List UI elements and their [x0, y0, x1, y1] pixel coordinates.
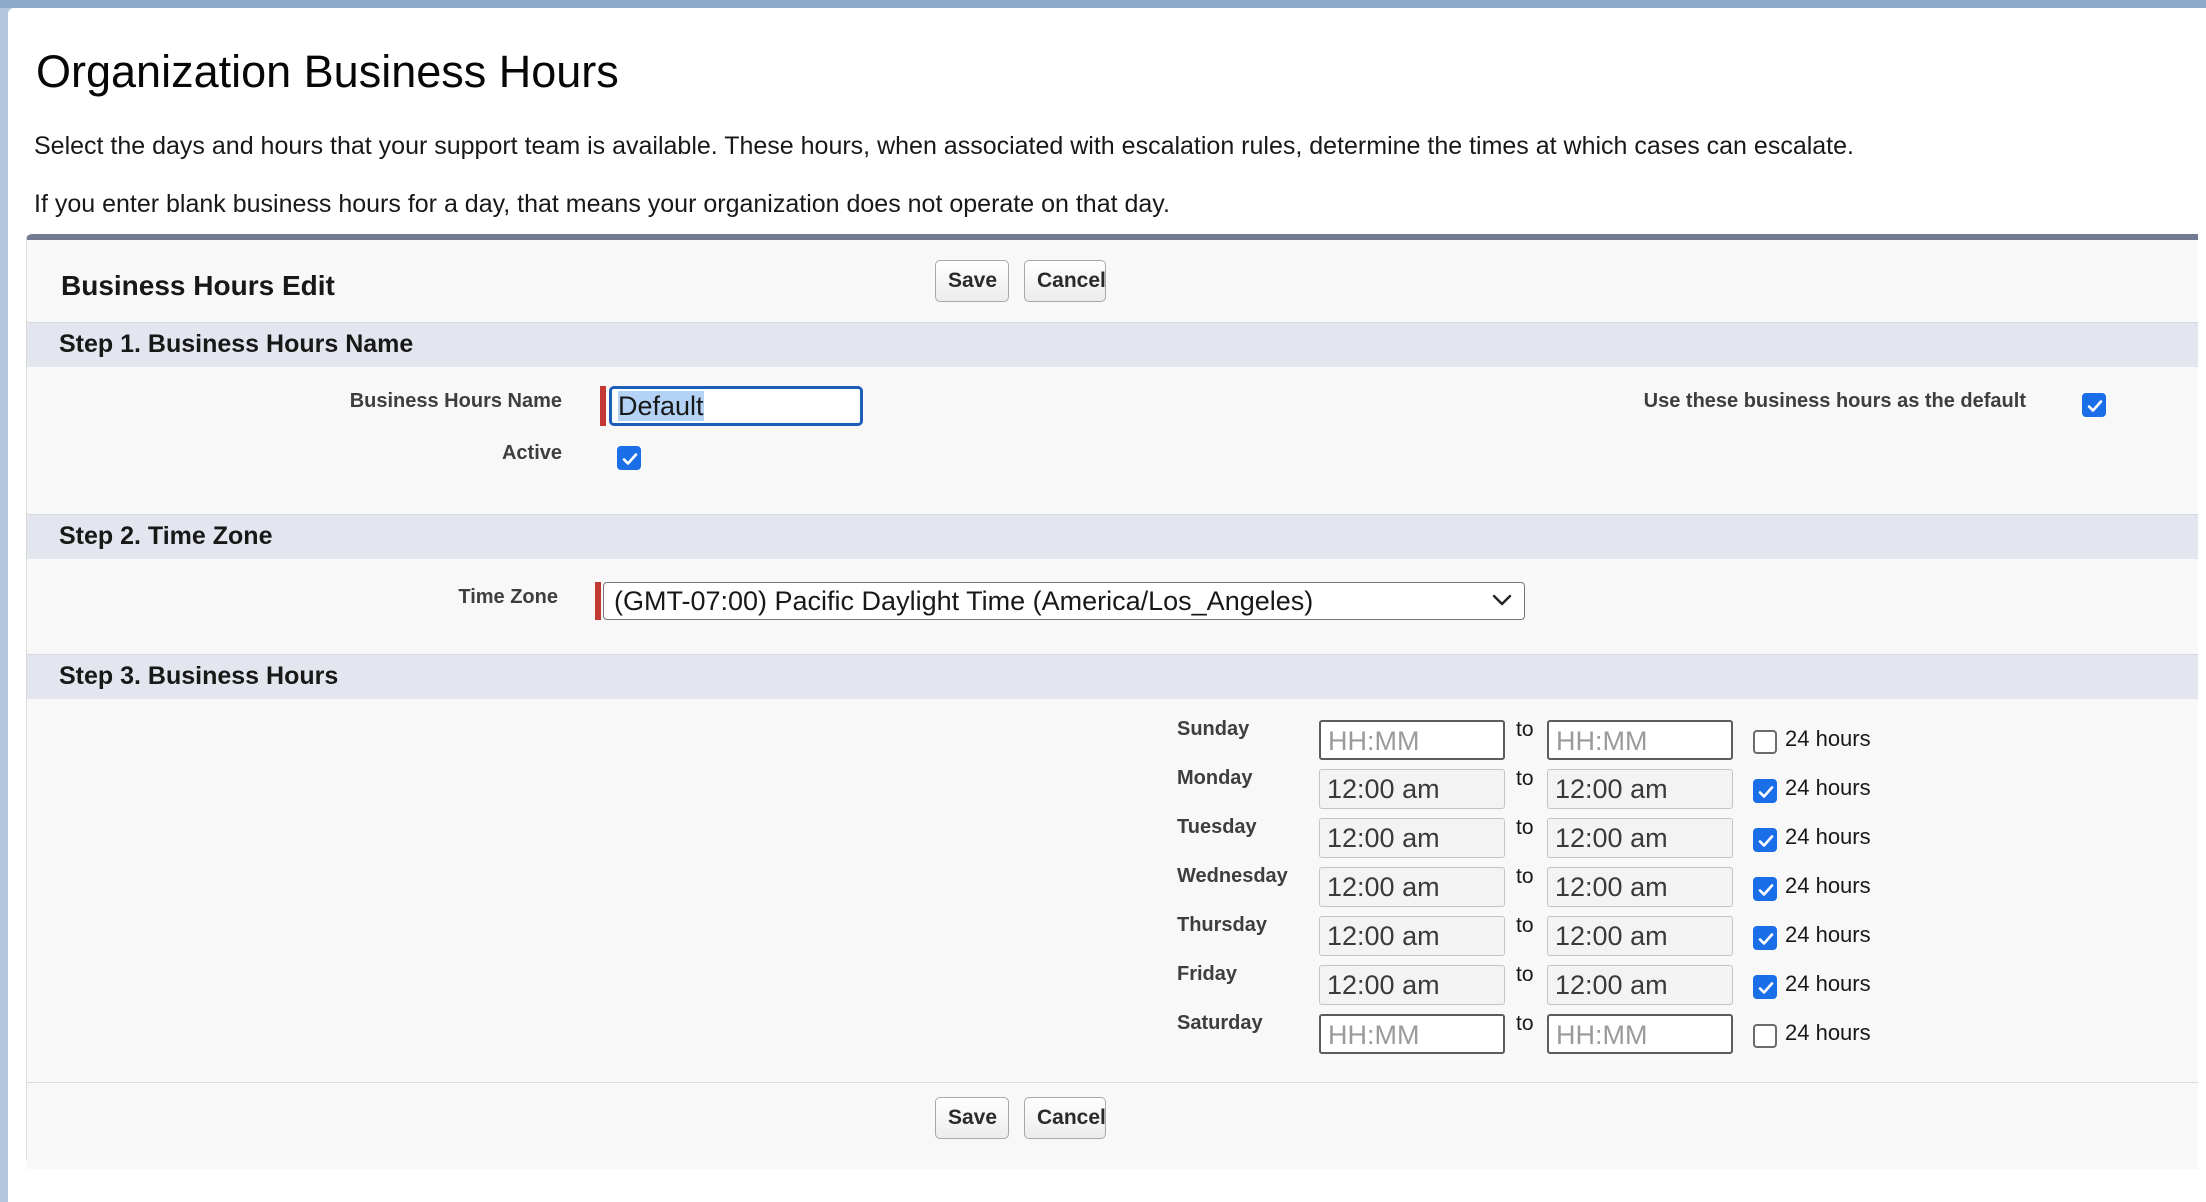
all-day-checkbox[interactable]	[1753, 1024, 1777, 1048]
step3-section-header: Step 3. Business Hours	[27, 654, 2198, 699]
start-time-input[interactable]: 12:00 am	[1319, 916, 1505, 956]
day-label: Wednesday	[1177, 865, 1288, 887]
all-day-checkbox[interactable]	[1753, 828, 1777, 852]
day-row-sunday: Sunday HH:MM to HH:MM 24 hours	[27, 718, 2198, 762]
all-day-checkbox[interactable]	[1753, 877, 1777, 901]
to-label: to	[1516, 865, 1534, 888]
start-time-input[interactable]: 12:00 am	[1319, 965, 1505, 1005]
save-button[interactable]: Save	[935, 260, 1009, 302]
checkmark-icon	[1758, 884, 1774, 896]
end-time-input[interactable]: HH:MM	[1547, 1014, 1733, 1054]
all-day-label: 24 hours	[1785, 1020, 1871, 1045]
cancel-button[interactable]: Cancel	[1024, 1097, 1106, 1139]
active-checkbox[interactable]	[617, 446, 641, 470]
chevron-down-icon	[1492, 594, 1512, 606]
step2-section-header: Step 2. Time Zone	[27, 514, 2198, 559]
day-row-wednesday: Wednesday 12:00 am to 12:00 am 24 hours	[27, 865, 2198, 909]
default-hours-checkbox[interactable]	[2082, 393, 2106, 417]
start-time-input[interactable]: HH:MM	[1319, 1014, 1505, 1054]
end-time-input[interactable]: 12:00 am	[1547, 769, 1733, 809]
end-time-input[interactable]: 12:00 am	[1547, 916, 1733, 956]
step3-heading: Step 3. Business Hours	[59, 662, 339, 690]
day-row-tuesday: Tuesday 12:00 am to 12:00 am 24 hours	[27, 816, 2198, 860]
active-label: Active	[501, 442, 562, 464]
to-label: to	[1516, 914, 1534, 937]
business-hours-name-input[interactable]: Default	[609, 386, 863, 426]
day-label: Sunday	[1177, 718, 1250, 740]
panel-title: Business Hours Edit	[61, 270, 335, 301]
all-day-checkbox[interactable]	[1753, 926, 1777, 950]
end-time-input[interactable]: 12:00 am	[1547, 867, 1733, 907]
cancel-button[interactable]: Cancel	[1024, 260, 1106, 302]
time-zone-label: Time Zone	[458, 586, 558, 608]
to-label: to	[1516, 963, 1534, 986]
to-label: to	[1516, 767, 1534, 790]
day-row-monday: Monday 12:00 am to 12:00 am 24 hours	[27, 767, 2198, 811]
checkmark-icon	[1758, 835, 1774, 847]
checkmark-icon	[1758, 786, 1774, 798]
day-row-saturday: Saturday HH:MM to HH:MM 24 hours	[27, 1012, 2198, 1056]
all-day-label: 24 hours	[1785, 726, 1871, 751]
checkmark-icon	[622, 453, 638, 465]
start-time-input[interactable]: HH:MM	[1319, 720, 1505, 760]
all-day-label: 24 hours	[1785, 775, 1871, 800]
checkmark-icon	[2087, 400, 2103, 412]
checkmark-icon	[1758, 982, 1774, 994]
checkmark-icon	[1758, 933, 1774, 945]
all-day-label: 24 hours	[1785, 824, 1871, 849]
day-row-thursday: Thursday 12:00 am to 12:00 am 24 hours	[27, 914, 2198, 958]
day-label: Tuesday	[1177, 816, 1257, 838]
default-hours-label: Use these business hours as the default	[1643, 390, 2026, 412]
window-top-strip	[0, 0, 2206, 8]
all-day-label: 24 hours	[1785, 873, 1871, 898]
business-hours-edit-panel: Business Hours Edit Save Cancel Step 1. …	[26, 234, 2198, 1169]
save-button[interactable]: Save	[935, 1097, 1009, 1139]
day-label: Friday	[1177, 963, 1238, 985]
step1-heading: Step 1. Business Hours Name	[59, 330, 414, 358]
required-indicator	[600, 386, 606, 426]
panel-header: Business Hours Edit Save Cancel	[27, 240, 2198, 318]
day-label: Monday	[1177, 767, 1253, 789]
name-input-value: Default	[618, 391, 704, 421]
to-label: to	[1516, 816, 1534, 839]
day-label: Thursday	[1177, 914, 1268, 936]
day-label: Saturday	[1177, 1012, 1263, 1034]
time-zone-value: (GMT-07:00) Pacific Daylight Time (Ameri…	[614, 586, 1314, 616]
end-time-input[interactable]: 12:00 am	[1547, 965, 1733, 1005]
step1-section-header: Step 1. Business Hours Name	[27, 322, 2198, 367]
start-time-input[interactable]: 12:00 am	[1319, 867, 1505, 907]
end-time-input[interactable]: HH:MM	[1547, 720, 1733, 760]
all-day-label: 24 hours	[1785, 971, 1871, 996]
to-label: to	[1516, 718, 1534, 741]
to-label: to	[1516, 1012, 1534, 1035]
all-day-label: 24 hours	[1785, 922, 1871, 947]
day-row-friday: Friday 12:00 am to 12:00 am 24 hours	[27, 963, 2198, 1007]
end-time-input[interactable]: 12:00 am	[1547, 818, 1733, 858]
required-indicator	[595, 582, 601, 620]
panel-footer: Save Cancel	[27, 1082, 2198, 1169]
time-zone-select[interactable]: (GMT-07:00) Pacific Daylight Time (Ameri…	[603, 582, 1525, 620]
all-day-checkbox[interactable]	[1753, 730, 1777, 754]
page-description-blank-hours: If you enter blank business hours for a …	[34, 190, 1170, 218]
business-hours-name-label: Business Hours Name	[349, 390, 562, 412]
step2-heading: Step 2. Time Zone	[59, 522, 273, 550]
all-day-checkbox[interactable]	[1753, 975, 1777, 999]
page-description: Select the days and hours that your supp…	[34, 132, 1854, 160]
all-day-checkbox[interactable]	[1753, 779, 1777, 803]
start-time-input[interactable]: 12:00 am	[1319, 769, 1505, 809]
start-time-input[interactable]: 12:00 am	[1319, 818, 1505, 858]
page-title: Organization Business Hours	[36, 46, 619, 97]
